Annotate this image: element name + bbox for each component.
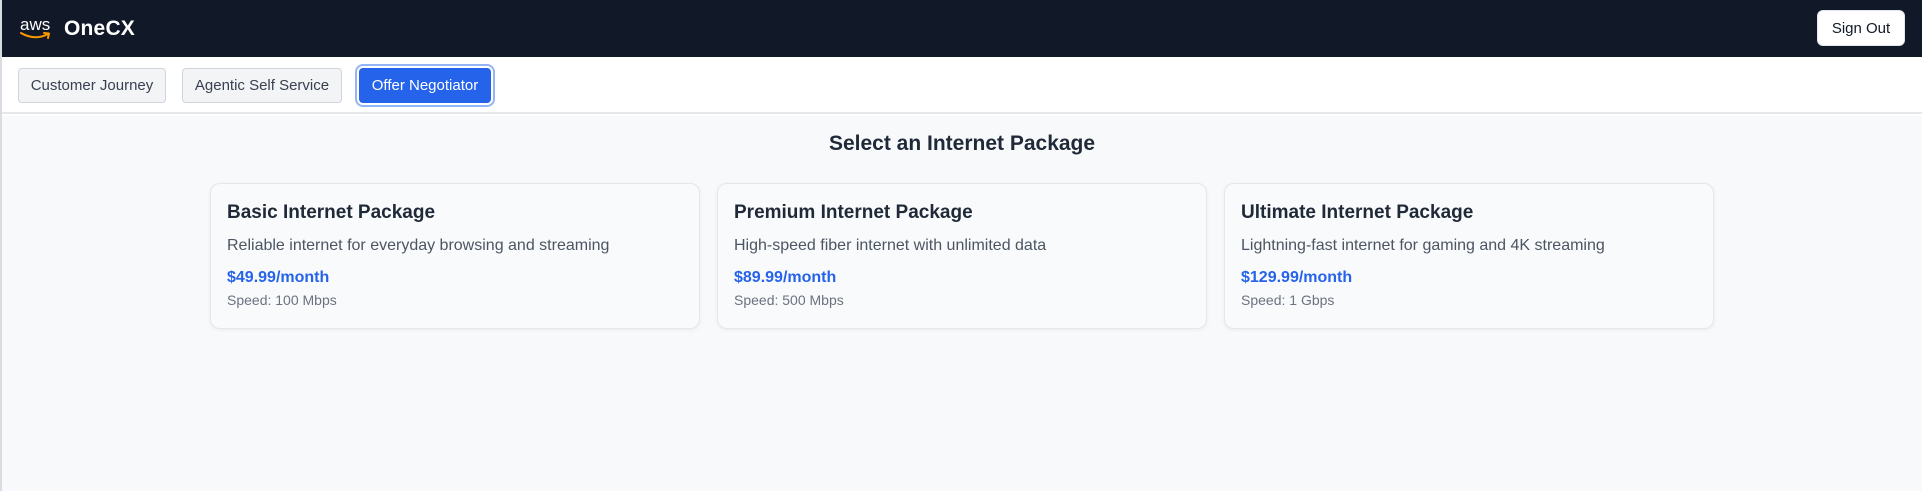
package-title: Basic Internet Package [227,202,436,223]
app-title: OneCX [64,16,136,40]
package-title: Premium Internet Package [734,202,973,223]
tab-customer-journey[interactable]: Customer Journey [18,68,166,103]
package-description: Reliable internet for everyday browsing … [227,237,610,254]
package-card-premium[interactable]: Premium Internet Package High-speed fibe… [717,183,1207,329]
top-nav-bar: aws OneCX Sign Out [2,0,1922,57]
sign-out-button[interactable]: Sign Out [1817,10,1905,46]
tab-agentic-self-service[interactable]: Agentic Self Service [182,68,342,103]
package-price: $49.99/month [227,269,330,286]
package-card-ultimate[interactable]: Ultimate Internet Package Lightning-fast… [1224,183,1714,329]
package-price: $129.99/month [1241,269,1353,286]
tab-offer-negotiator[interactable]: Offer Negotiator [359,68,491,103]
package-speed: Speed: 500 Mbps [734,292,844,308]
tab-bar: Customer Journey Agentic Self Service Of… [2,57,1922,114]
page-title: Select an Internet Package [828,132,1096,155]
package-speed: Speed: 100 Mbps [227,292,337,308]
package-price: $89.99/month [734,269,837,286]
package-description: High-speed fiber internet with unlimited… [734,237,1047,254]
package-card-basic[interactable]: Basic Internet Package Reliable internet… [210,183,700,329]
package-description: Lightning-fast internet for gaming and 4… [1241,237,1605,254]
aws-logo-icon: aws [19,16,53,42]
package-speed: Speed: 1 Gbps [1241,292,1335,308]
package-title: Ultimate Internet Package [1241,202,1474,223]
brand[interactable]: aws OneCX [19,16,135,42]
main-content: Select an Internet Package Basic Interne… [2,116,1922,491]
